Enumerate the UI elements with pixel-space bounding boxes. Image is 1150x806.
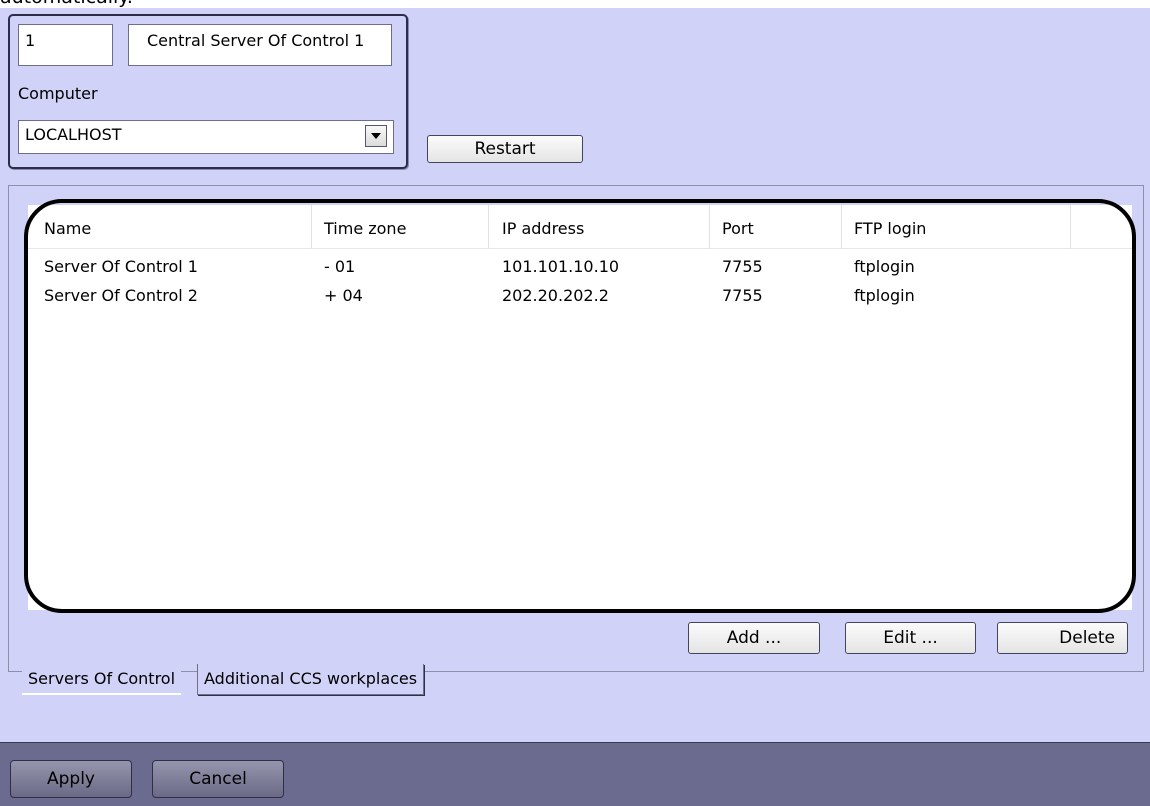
restart-button[interactable]: Restart: [427, 135, 583, 163]
cell-ftp-login: ftplogin: [854, 286, 915, 305]
cancel-button[interactable]: Cancel: [152, 760, 284, 798]
cell-ip-address: 202.20.202.2: [502, 286, 609, 305]
object-id-field[interactable]: 1: [18, 24, 113, 66]
computer-select-value: LOCALHOST: [25, 125, 122, 144]
delete-button[interactable]: Delete: [997, 622, 1128, 654]
column-header-port[interactable]: Port: [722, 219, 754, 238]
object-settings-box: 1 Central Server Of Control 1 Computer L…: [8, 14, 408, 169]
servers-list-header: Name Time zone IP address Port FTP login: [28, 205, 1132, 249]
cell-port: 7755: [722, 286, 763, 305]
cell-name: Server Of Control 1: [44, 257, 198, 276]
computer-label: Computer: [18, 84, 98, 103]
cell-name: Server Of Control 2: [44, 286, 198, 305]
table-row[interactable]: Server Of Control 1 - 01 101.101.10.10 7…: [28, 257, 1132, 287]
column-header-ftp-login[interactable]: FTP login: [854, 219, 926, 238]
cell-time-zone: + 04: [324, 286, 363, 305]
tab-servers-of-control[interactable]: Servers Of Control: [22, 664, 182, 695]
edit-button[interactable]: Edit ...: [845, 622, 976, 654]
cell-ip-address: 101.101.10.10: [502, 257, 620, 276]
add-button[interactable]: Add ...: [688, 622, 820, 654]
table-row[interactable]: Server Of Control 2 + 04 202.20.202.2 77…: [28, 286, 1132, 316]
apply-button[interactable]: Apply: [10, 760, 132, 798]
computer-select[interactable]: LOCALHOST: [18, 120, 394, 154]
object-name-field[interactable]: Central Server Of Control 1: [128, 24, 392, 66]
cell-time-zone: - 01: [324, 257, 356, 276]
cell-ftp-login: ftplogin: [854, 257, 915, 276]
cell-port: 7755: [722, 257, 763, 276]
column-header-name[interactable]: Name: [44, 219, 91, 238]
caption-text: automatically.: [0, 0, 133, 8]
tab-additional-ccs-workplaces[interactable]: Additional CCS workplaces: [197, 664, 425, 695]
chevron-down-icon[interactable]: [365, 125, 387, 147]
footer-bar: Apply Cancel: [0, 742, 1150, 806]
column-header-time-zone[interactable]: Time zone: [324, 219, 406, 238]
column-header-ip-address[interactable]: IP address: [502, 219, 584, 238]
